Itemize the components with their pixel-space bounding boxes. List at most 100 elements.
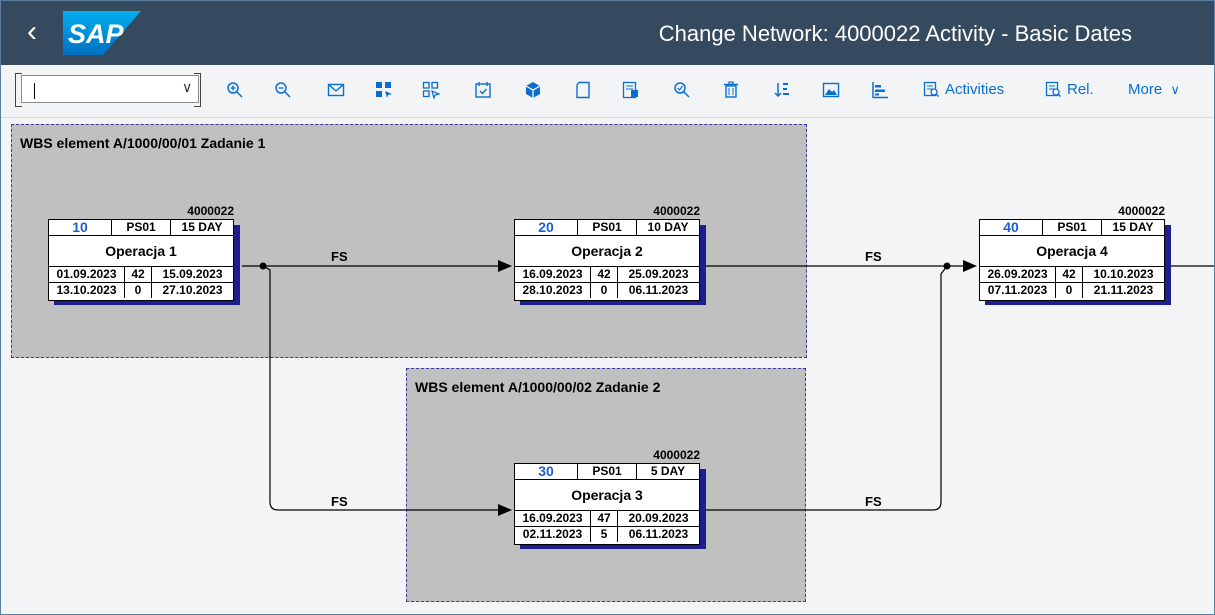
back-button[interactable]: ‹ — [17, 15, 47, 51]
late-finish: 21.11.2023 — [1093, 283, 1154, 297]
network-number: 4000022 — [653, 448, 700, 462]
activity-card[interactable]: 20 PS01 10 DAY Operacja 2 16.09.2023 42 … — [514, 219, 700, 301]
box-icon — [525, 82, 541, 98]
grid-button[interactable] — [418, 75, 446, 105]
activity-description: Operacja 4 — [980, 236, 1164, 267]
float-value: 42 — [591, 267, 618, 282]
activity-header-row: 10 PS01 15 DAY — [49, 220, 233, 236]
picture-button[interactable] — [818, 75, 846, 105]
zoom-in-button[interactable] — [222, 75, 250, 105]
activity-number: 20 — [515, 220, 578, 235]
free-float-value: 5 — [591, 527, 618, 542]
branch-point — [259, 262, 267, 270]
trash-icon — [724, 81, 738, 98]
activity-card[interactable]: 40 PS01 15 DAY Operacja 4 26.09.2023 42 … — [979, 219, 1165, 301]
activity-description: Operacja 2 — [515, 236, 699, 267]
late-finish: 06.11.2023 — [628, 283, 689, 297]
app-window: ‹ SAP Change Network: 4000022 Activity -… — [0, 0, 1215, 615]
calendar-check-icon — [475, 82, 491, 98]
activity-number: 30 — [515, 464, 578, 479]
relation-type-label: FS — [865, 494, 882, 509]
find-button[interactable] — [669, 75, 697, 105]
activity-card[interactable]: 30 PS01 5 DAY Operacja 3 16.09.2023 47 2… — [514, 463, 700, 545]
float-value: 42 — [1056, 267, 1083, 282]
grid-icon — [422, 81, 440, 99]
activity-node[interactable]: 4000022 30 PS01 5 DAY Operacja 3 16.09.2… — [514, 448, 706, 549]
text-cursor — [34, 83, 35, 99]
late-start: 13.10.2023 — [49, 283, 125, 298]
early-start: 16.09.2023 — [515, 511, 591, 526]
relation-line[interactable] — [262, 265, 500, 511]
activity-description: Operacja 1 — [49, 236, 233, 267]
bar-chart-icon — [872, 82, 888, 99]
late-start: 07.11.2023 — [980, 283, 1056, 298]
arrowhead — [498, 260, 512, 272]
view-select-combobox[interactable]: ∨ — [15, 73, 201, 107]
late-dates-row: 28.10.2023 0 06.11.2023 — [515, 283, 699, 298]
relation-type-label: FS — [331, 494, 348, 509]
object-button[interactable] — [520, 75, 548, 105]
late-dates-row: 07.11.2023 0 21.11.2023 — [980, 283, 1164, 298]
activity-number: 10 — [49, 220, 112, 235]
early-finish: 20.09.2023 — [628, 511, 689, 525]
select-grid-button[interactable] — [371, 75, 399, 105]
activity-node[interactable]: 4000022 40 PS01 15 DAY Operacja 4 26.09.… — [979, 204, 1171, 305]
relations-label: Rel. — [1067, 81, 1094, 98]
page-icon — [576, 81, 590, 99]
shell-header: ‹ SAP Change Network: 4000022 Activity -… — [1, 1, 1214, 65]
new-page-button[interactable] — [570, 75, 598, 105]
chart-button[interactable] — [867, 75, 895, 105]
early-start: 01.09.2023 — [49, 267, 125, 282]
more-button[interactable]: More ∨ — [1128, 75, 1180, 105]
activity-number: 40 — [980, 220, 1043, 235]
activity-duration: 10 DAY — [647, 220, 689, 234]
relations-button[interactable]: Rel. — [1045, 75, 1094, 105]
svg-text:SAP: SAP — [68, 19, 125, 49]
network-graphic-canvas[interactable]: WBS element A/1000/00/01 Zadanie 1 WBS e… — [1, 118, 1214, 614]
activity-system: PS01 — [112, 220, 171, 235]
activities-icon — [923, 81, 939, 97]
early-finish: 15.09.2023 — [162, 267, 223, 281]
activities-button[interactable]: Activities — [923, 75, 1004, 105]
activity-header-row: 40 PS01 15 DAY — [980, 220, 1164, 236]
zoom-out-icon — [275, 82, 291, 98]
detail-button[interactable] — [618, 75, 646, 105]
schedule-button[interactable] — [470, 75, 498, 105]
early-dates-row: 16.09.2023 47 20.09.2023 — [515, 511, 699, 527]
mail-button[interactable] — [323, 75, 351, 105]
activity-node[interactable]: 4000022 10 PS01 15 DAY Operacja 1 01.09.… — [48, 204, 240, 305]
early-dates-row: 26.09.2023 42 10.10.2023 — [980, 267, 1164, 283]
activity-node[interactable]: 4000022 20 PS01 10 DAY Operacja 2 16.09.… — [514, 204, 706, 305]
delete-button[interactable] — [718, 75, 746, 105]
activity-duration: 5 DAY — [650, 464, 686, 478]
activity-system: PS01 — [578, 464, 637, 479]
relation-line[interactable] — [699, 265, 948, 511]
activity-duration: 15 DAY — [1112, 220, 1154, 234]
free-float-value: 0 — [1056, 283, 1083, 298]
chevron-down-icon[interactable]: ∨ — [182, 79, 192, 96]
zoom-out-button[interactable] — [270, 75, 298, 105]
combobox-field[interactable]: ∨ — [21, 75, 199, 103]
image-icon — [822, 82, 840, 98]
late-finish: 27.10.2023 — [162, 283, 223, 297]
late-dates-row: 02.11.2023 5 06.11.2023 — [515, 527, 699, 542]
free-float-value: 0 — [591, 283, 618, 298]
network-number: 4000022 — [187, 204, 234, 218]
focus-bracket-right — [194, 73, 201, 107]
activity-system: PS01 — [1043, 220, 1102, 235]
page-title: Change Network: 4000022 Activity - Basic… — [658, 21, 1132, 46]
activity-system: PS01 — [578, 220, 637, 235]
sap-logo[interactable]: SAP — [63, 11, 141, 55]
late-start: 28.10.2023 — [515, 283, 591, 298]
activities-label: Activities — [945, 81, 1005, 98]
late-dates-row: 13.10.2023 0 27.10.2023 — [49, 283, 233, 298]
grid-select-icon — [376, 82, 392, 98]
activity-card[interactable]: 10 PS01 15 DAY Operacja 1 01.09.2023 42 … — [48, 219, 234, 301]
activity-header-row: 30 PS01 5 DAY — [515, 464, 699, 480]
float-value: 47 — [591, 511, 618, 526]
sort-button[interactable] — [769, 75, 797, 105]
float-value: 42 — [125, 267, 152, 282]
relation-type-label: FS — [865, 249, 882, 264]
activity-duration: 15 DAY — [181, 220, 223, 234]
early-dates-row: 16.09.2023 42 25.09.2023 — [515, 267, 699, 283]
